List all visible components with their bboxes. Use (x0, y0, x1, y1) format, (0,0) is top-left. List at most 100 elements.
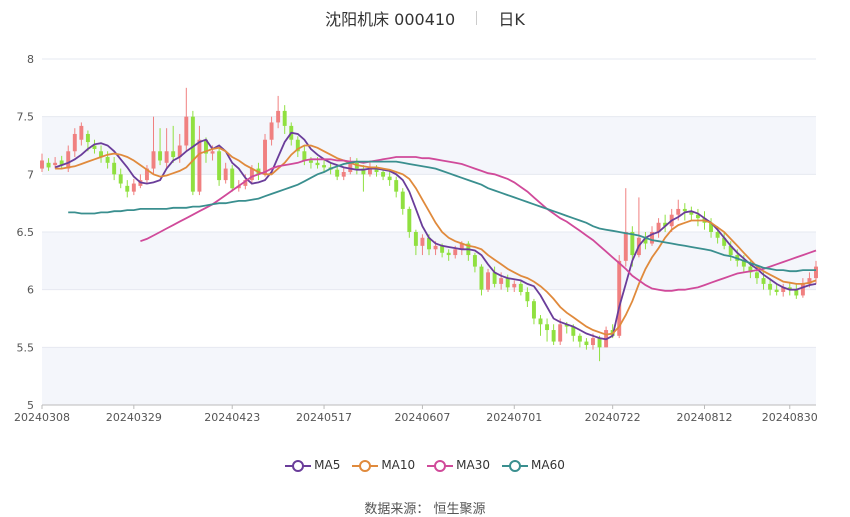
candle-body (217, 151, 222, 181)
candle-body (269, 122, 274, 140)
candle-body (518, 283, 523, 292)
x-tick-label: 20240308 (14, 411, 70, 424)
candle-body (715, 232, 720, 238)
candle-body (597, 338, 602, 348)
y-tick-label: 5.5 (17, 341, 35, 354)
candle-body (105, 157, 110, 163)
candle-body (525, 291, 530, 302)
candle-body (768, 283, 773, 290)
legend-item-ma30[interactable]: MA30 (427, 458, 490, 473)
x-tick-label: 20240701 (486, 411, 542, 424)
candle-body (676, 208, 681, 215)
candle-body (387, 176, 392, 181)
candle-body (322, 165, 327, 168)
candle-body (800, 283, 805, 296)
candle-body (72, 133, 77, 152)
candle-body (577, 335, 582, 342)
candle-body (400, 191, 405, 209)
candle-body (512, 283, 517, 288)
candle-body (584, 341, 589, 346)
candle-body (505, 278, 510, 288)
candle-body (184, 116, 189, 146)
legend-marker (285, 459, 312, 472)
legend-marker (427, 459, 454, 472)
candle-body (79, 125, 84, 140)
candle-body (263, 139, 267, 175)
candle-body (538, 318, 543, 325)
data-source: 数据来源： 恒生聚源 (364, 502, 486, 517)
candle-body (341, 172, 346, 177)
candle-body (164, 151, 169, 163)
candle-body (210, 151, 215, 154)
candle-body (407, 208, 412, 232)
legend-item-ma5[interactable]: MA5 (285, 458, 340, 473)
candle-body (308, 160, 313, 163)
chart-legend: MA5 MA10 MA30 MA60 (0, 458, 850, 473)
x-tick-label: 20240423 (204, 411, 260, 424)
candle-body (190, 116, 195, 192)
y-tick-label: 7.5 (17, 111, 35, 124)
legend-label: MA30 (456, 458, 491, 472)
candle-body (761, 278, 766, 284)
legend-label: MA5 (314, 458, 341, 472)
x-tick-label: 20240517 (296, 411, 352, 424)
candle-body (335, 169, 340, 177)
candle-body (151, 151, 156, 169)
candle-body (591, 338, 595, 346)
candle-body (472, 255, 477, 267)
candle-body (420, 237, 425, 246)
legend-item-ma60[interactable]: MA60 (502, 458, 565, 473)
y-tick-label: 8 (27, 53, 34, 66)
candle-body (85, 133, 90, 143)
candle-body (558, 324, 563, 342)
candle-body (453, 249, 458, 256)
candle-body (40, 160, 44, 169)
candle-body (53, 162, 58, 166)
candle-body (774, 289, 779, 292)
candle-body (223, 168, 228, 181)
candle-body (282, 110, 287, 126)
candle-body (302, 151, 307, 161)
candle-body (446, 252, 451, 256)
candle-body (413, 232, 418, 246)
legend-item-ma10[interactable]: MA10 (352, 458, 415, 473)
candle-body (125, 185, 130, 192)
candle-body (276, 110, 281, 123)
candle-body (171, 151, 176, 158)
candle-body (118, 174, 123, 184)
candle-body (158, 151, 163, 161)
x-tick-label: 20240722 (585, 411, 641, 424)
y-tick-label: 7 (27, 168, 34, 181)
x-tick-label: 20240812 (676, 411, 732, 424)
candle-body (479, 266, 484, 290)
candle-body (754, 272, 759, 279)
candle-body (814, 266, 818, 279)
candle-body (46, 162, 51, 168)
candle-body (486, 272, 491, 290)
y-tick-label: 6 (27, 284, 34, 297)
legend-label: MA10 (381, 458, 416, 472)
candle-body (433, 245, 438, 250)
candle-body (394, 180, 399, 192)
candlestick-chart: 55.566.577.5820240308 20240329 20240423 202… (14, 53, 818, 424)
legend-marker (502, 459, 529, 472)
x-tick-label: 20240329 (106, 411, 162, 424)
plot-band (42, 347, 816, 405)
candle-body (230, 168, 235, 189)
candle-body (112, 162, 117, 175)
candle-body (682, 208, 687, 212)
candle-body (531, 301, 536, 319)
y-tick-label: 6.5 (17, 226, 35, 239)
plot-band (42, 116, 816, 175)
candle-body (197, 139, 202, 192)
x-tick-label: 20240830 (762, 411, 818, 424)
legend-label: MA60 (531, 458, 565, 472)
legend-marker (352, 459, 379, 472)
candle-body (381, 172, 386, 177)
candle-body (131, 183, 136, 192)
candle-body (499, 278, 504, 284)
candle-body (551, 330, 556, 342)
x-tick-label: 20240607 (394, 411, 450, 424)
candle-body (623, 232, 628, 261)
candle-body (315, 162, 320, 166)
